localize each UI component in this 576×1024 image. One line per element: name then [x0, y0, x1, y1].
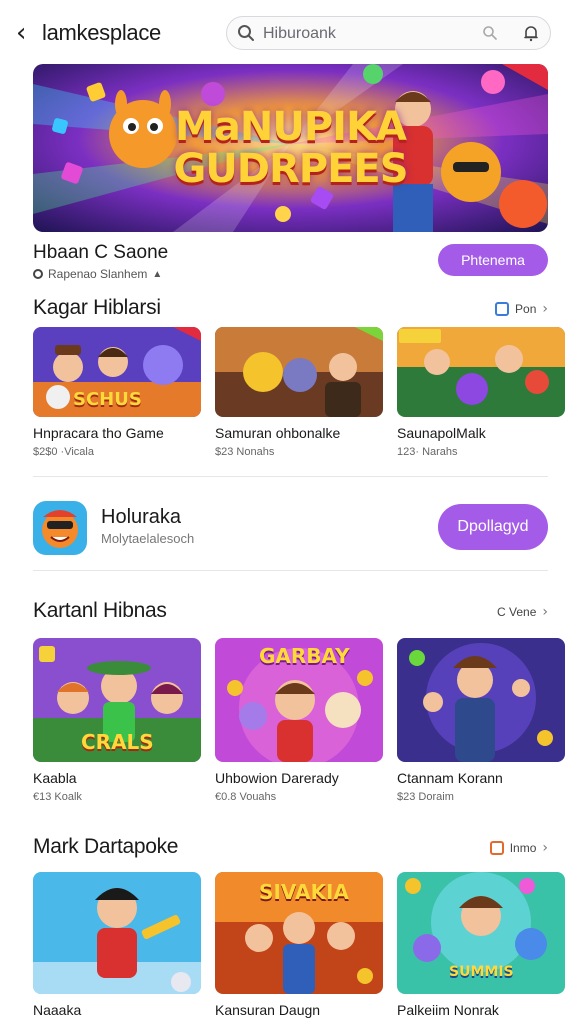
chevron-right-icon: › — [542, 301, 548, 317]
app-icon — [33, 501, 87, 555]
search-submit-icon[interactable] — [482, 25, 498, 41]
promo-app-row[interactable]: Holuraka Molytaelalesoch Dpollagyd — [33, 498, 548, 560]
notification-icon[interactable] — [522, 24, 540, 42]
game-card[interactable]: SCHUS Hnpracara tho Game $2$0 ·Vicala — [33, 327, 201, 458]
game-thumbnail: SCHUS — [33, 327, 201, 417]
game-name: Samuran ohbonalke — [215, 425, 341, 441]
thumb-text: CRALS — [81, 730, 154, 754]
app-subtitle: Molytaelalesoch — [101, 531, 195, 546]
game-card[interactable]: GARBAY Uhbowion Darerady €0.8 Vouahs — [215, 638, 383, 803]
section-2-see-more[interactable]: C Vene › — [497, 604, 548, 620]
thumb-text: GARBAY — [259, 644, 350, 668]
divider — [33, 476, 548, 477]
game-card[interactable]: Naaaka — [33, 872, 201, 1018]
featured-name: Hbaan C Saone — [33, 242, 169, 263]
see-more-label: Inmo — [509, 841, 537, 855]
game-name: Hnpracara tho Game — [33, 425, 164, 441]
divider — [33, 570, 548, 571]
chevron-right-icon: › — [542, 604, 548, 620]
download-button[interactable]: Dpollagyd — [438, 504, 548, 550]
thumb-text: SCHUS — [73, 389, 142, 410]
section-1-see-more[interactable]: Pon › — [495, 301, 548, 317]
game-name: SaunapolMalk — [397, 425, 486, 441]
status-icon — [33, 269, 43, 279]
game-meta: $23 Doraim — [397, 791, 454, 803]
banner-title: MaNUPIKA GUDRPEES — [173, 104, 408, 192]
game-thumbnail: SUMMIS — [397, 872, 565, 994]
section-2-title: Kartanl Hibnas — [33, 599, 167, 622]
game-thumbnail — [397, 638, 565, 762]
game-card[interactable]: SUMMIS Palkeiim Nonrak — [397, 872, 565, 1018]
game-name: Ctannam Korann — [397, 770, 503, 786]
featured-subtitle-row: Rapenao Slanhem ▲ — [33, 267, 162, 281]
featured-info: Hbaan C Saone Rapenao Slanhem ▲ Phtenema — [33, 240, 548, 282]
game-card[interactable]: Samuran ohbonalke $23 Nonahs — [215, 327, 383, 458]
see-more-label: C Vene — [497, 605, 537, 619]
game-name: Palkeiim Nonrak — [397, 1002, 499, 1018]
game-card[interactable]: SIVAKIA Kansuran Daugn — [215, 872, 383, 1018]
featured-action-button[interactable]: Phtenema — [438, 244, 548, 276]
game-thumbnail: SIVAKIA — [215, 872, 383, 994]
game-meta: €13 Koalk — [33, 791, 82, 803]
grid-icon — [495, 302, 510, 316]
game-thumbnail — [397, 327, 565, 417]
game-name: Kaabla — [33, 770, 77, 786]
featured-subtitle: Rapenao Slanhem — [48, 267, 148, 281]
grid-icon — [489, 841, 504, 855]
search-input[interactable]: Hiburoank — [263, 24, 336, 44]
thumb-text: SUMMIS — [449, 964, 514, 980]
game-meta: $23 Nonahs — [215, 446, 275, 458]
game-name: Naaaka — [33, 1002, 82, 1018]
game-thumbnail: CRALS — [33, 638, 201, 762]
game-card[interactable]: CRALS Kaabla €13 Koalk — [33, 638, 201, 803]
section-1-title: Kagar Hiblarsi — [33, 296, 161, 319]
thumb-text: SIVAKIA — [259, 880, 349, 904]
game-card[interactable]: SaunapolMalk 123· Narahs — [397, 327, 565, 458]
game-card[interactable]: Ctannam Korann $23 Doraim — [397, 638, 565, 803]
game-thumbnail — [33, 872, 201, 994]
section-3-see-more[interactable]: Inmo › — [489, 840, 548, 856]
game-thumbnail: GARBAY — [215, 638, 383, 762]
featured-banner[interactable]: MaNUPIKA GUDRPEES — [33, 64, 548, 232]
app-name: Holuraka — [101, 506, 182, 528]
search-bar[interactable]: Hiburoank — [226, 16, 551, 50]
game-meta: €0.8 Vouahs — [215, 791, 277, 803]
game-name: Kansuran Daugn — [215, 1002, 321, 1018]
section-3-title: Mark Dartapoke — [33, 835, 179, 858]
see-more-label: Pon — [515, 302, 537, 316]
game-name: Uhbowion Darerady — [215, 770, 339, 786]
page-title: lamkesplace — [42, 20, 161, 45]
search-icon — [238, 25, 254, 41]
chevron-right-icon: › — [542, 840, 548, 856]
back-chevron-icon[interactable]: ‹ — [16, 18, 40, 48]
game-meta: $2$0 ·Vicala — [33, 446, 94, 458]
new-ribbon-icon — [502, 64, 548, 90]
lock-icon: ▲ — [152, 268, 163, 280]
game-thumbnail — [215, 327, 383, 417]
top-bar: ‹ lamkesplace Hiburoank — [0, 0, 576, 64]
game-meta: 123· Narahs — [397, 446, 458, 458]
